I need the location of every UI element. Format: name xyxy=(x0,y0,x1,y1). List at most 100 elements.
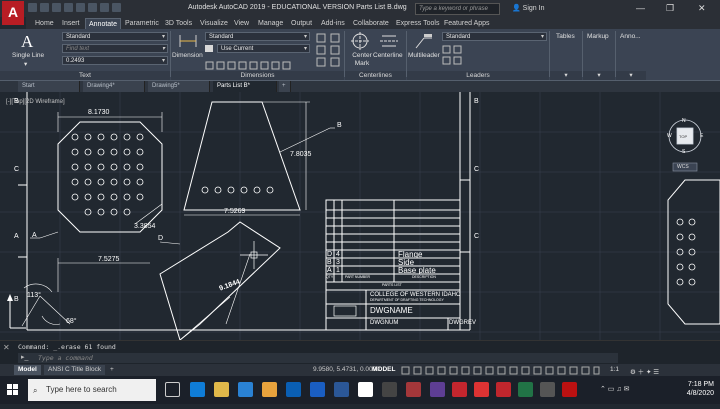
windows-start-icon[interactable] xyxy=(0,376,26,404)
file-tab-parts-list-b[interactable]: Parts List B* xyxy=(213,81,277,92)
file-tab-start[interactable]: Start xyxy=(18,81,80,92)
dimension-button[interactable]: Dimension xyxy=(172,52,203,59)
minimize-icon[interactable]: — xyxy=(636,3,645,13)
tab-3d-tools[interactable]: 3D Tools xyxy=(162,18,195,29)
file-tab-drawing4[interactable]: Drawing4* xyxy=(83,81,145,92)
taskbar-clock[interactable]: 7:18 PM 4/8/2020 xyxy=(687,380,714,398)
tables-dropdown-icon[interactable]: ▾ xyxy=(550,71,582,80)
tab-collaborate[interactable]: Collaborate xyxy=(350,18,392,29)
viewcube-south[interactable]: S xyxy=(682,149,685,155)
tab-parametric[interactable]: Parametric xyxy=(122,18,162,29)
centerline-icon[interactable] xyxy=(380,32,398,50)
mleader-style-select[interactable]: Standard xyxy=(442,32,547,42)
autocad-logo-icon[interactable]: A xyxy=(2,1,24,25)
web-mobile-icon[interactable] xyxy=(76,3,85,12)
media-player-icon[interactable] xyxy=(382,382,397,397)
drawing-area[interactable]: [-][Top][2D Wireframe] 8.1730 3.3854 7.5… xyxy=(0,92,720,340)
text-a-icon[interactable]: A xyxy=(20,32,36,51)
annotation-scale[interactable]: 1:1 xyxy=(610,366,619,373)
undo-icon[interactable] xyxy=(100,3,109,12)
system-tray-icons[interactable]: ⌃ ▭ ♫ ✉ xyxy=(600,385,629,393)
center-mark-button[interactable]: Center Mark xyxy=(350,52,374,68)
tab-visualize[interactable]: Visualize xyxy=(197,18,231,29)
acrobat-icon[interactable] xyxy=(474,382,489,397)
text-height-select[interactable]: 0.2493 xyxy=(62,56,168,66)
taskbar-search-input[interactable]: Type here to search xyxy=(28,379,156,401)
markup-dropdown-icon[interactable]: ▾ xyxy=(583,71,615,80)
text-style-select[interactable]: Standard xyxy=(62,32,168,42)
viewcube-west[interactable]: W xyxy=(667,133,672,139)
redo-icon[interactable] xyxy=(112,3,121,12)
dim-side-tools[interactable] xyxy=(315,32,345,68)
new-tab-icon[interactable]: + xyxy=(279,81,291,92)
multileader-button[interactable]: Multileader xyxy=(408,52,440,59)
viewcube-north[interactable]: N xyxy=(682,118,686,124)
save-icon[interactable] xyxy=(52,3,61,12)
excel-icon[interactable] xyxy=(518,382,533,397)
file-tab-drawing5[interactable]: Drawing5* xyxy=(148,81,210,92)
open-icon[interactable] xyxy=(40,3,49,12)
word-icon[interactable] xyxy=(334,382,349,397)
leader-tools[interactable] xyxy=(442,44,547,66)
dim-layer-select[interactable]: Use Current xyxy=(217,44,310,54)
calculator-icon[interactable] xyxy=(540,382,555,397)
app-icon[interactable] xyxy=(562,382,577,397)
tab-insert[interactable]: Insert xyxy=(59,18,83,29)
annotation-scaling-panel[interactable]: Anno... xyxy=(620,33,641,40)
coordinates-readout[interactable]: 9.9580, 5.4731, 0.0000 xyxy=(313,366,380,373)
autocad-taskbar-icon[interactable] xyxy=(452,382,467,397)
tables-panel[interactable]: Tables xyxy=(556,33,575,40)
text-panel-label[interactable]: Text xyxy=(0,71,170,80)
dimensions-panel-label[interactable]: Dimensions xyxy=(171,71,344,80)
task-view-icon[interactable] xyxy=(165,382,180,397)
new-icon[interactable] xyxy=(28,3,37,12)
layout-tab-ansi-c[interactable]: ANSI C Title Block xyxy=(44,365,106,375)
plot-icon[interactable] xyxy=(88,3,97,12)
tab-output[interactable]: Output xyxy=(288,18,315,29)
centerlines-panel-label[interactable]: Centerlines xyxy=(345,71,406,80)
powerpoint-icon[interactable] xyxy=(406,382,421,397)
outlook-icon[interactable] xyxy=(310,382,325,397)
status-menu-icon[interactable]: ⚙ ＋ ✦ ☰ xyxy=(630,366,659,376)
status-toggles[interactable] xyxy=(400,366,600,375)
close-cmd-icon[interactable]: ✕ xyxy=(3,343,10,352)
centerline-button[interactable]: Centerline xyxy=(373,52,403,59)
wcs-menu[interactable]: WCS xyxy=(677,164,689,170)
mail-icon[interactable] xyxy=(286,382,301,397)
keyword-search-input[interactable]: Type a keyword or phrase xyxy=(415,3,500,15)
add-layout-icon[interactable]: + xyxy=(106,365,118,375)
tab-view[interactable]: View xyxy=(231,18,252,29)
command-prompt-icon[interactable]: ▸_ xyxy=(21,353,28,361)
markup-panel[interactable]: Markup xyxy=(587,33,609,40)
quick-access-toolbar[interactable] xyxy=(28,3,168,14)
tab-manage[interactable]: Manage xyxy=(255,18,286,29)
single-line-text-button[interactable]: Single Line xyxy=(12,52,44,59)
find-text-input[interactable]: Find text xyxy=(62,44,168,54)
photos-icon[interactable] xyxy=(358,382,373,397)
chrome-icon[interactable] xyxy=(262,382,277,397)
tab-featured-apps[interactable]: Featured Apps xyxy=(441,18,493,29)
tab-add-ins[interactable]: Add-ins xyxy=(318,18,348,29)
viewcube-east[interactable]: E xyxy=(700,133,703,139)
edge-icon[interactable] xyxy=(190,382,205,397)
tab-home[interactable]: Home xyxy=(32,18,57,29)
viewcube-top-face[interactable]: TOP xyxy=(679,134,687,139)
close-icon[interactable]: ✕ xyxy=(698,3,706,14)
center-mark-icon[interactable] xyxy=(351,32,369,50)
layout-tab-model[interactable]: Model xyxy=(14,365,41,375)
store-icon[interactable] xyxy=(238,382,253,397)
dimension-icon[interactable] xyxy=(178,33,198,49)
leaders-panel-label[interactable]: Leaders xyxy=(407,71,549,80)
save-as-icon[interactable] xyxy=(64,3,73,12)
maximize-icon[interactable]: ❐ xyxy=(666,3,674,14)
onenote-icon[interactable] xyxy=(430,382,445,397)
autocad-alt-icon[interactable] xyxy=(496,382,511,397)
sign-in-button[interactable]: 👤 Sign In xyxy=(512,4,544,12)
multileader-icon[interactable] xyxy=(414,32,434,50)
single-line-dropdown-icon[interactable]: ▾ xyxy=(24,60,27,68)
command-input[interactable]: Type a command xyxy=(18,353,618,363)
file-explorer-icon[interactable] xyxy=(214,382,229,397)
tab-express-tools[interactable]: Express Tools xyxy=(393,18,442,29)
anno-dropdown-icon[interactable]: ▾ xyxy=(616,71,646,80)
model-space-toggle[interactable]: MODEL xyxy=(372,366,395,373)
